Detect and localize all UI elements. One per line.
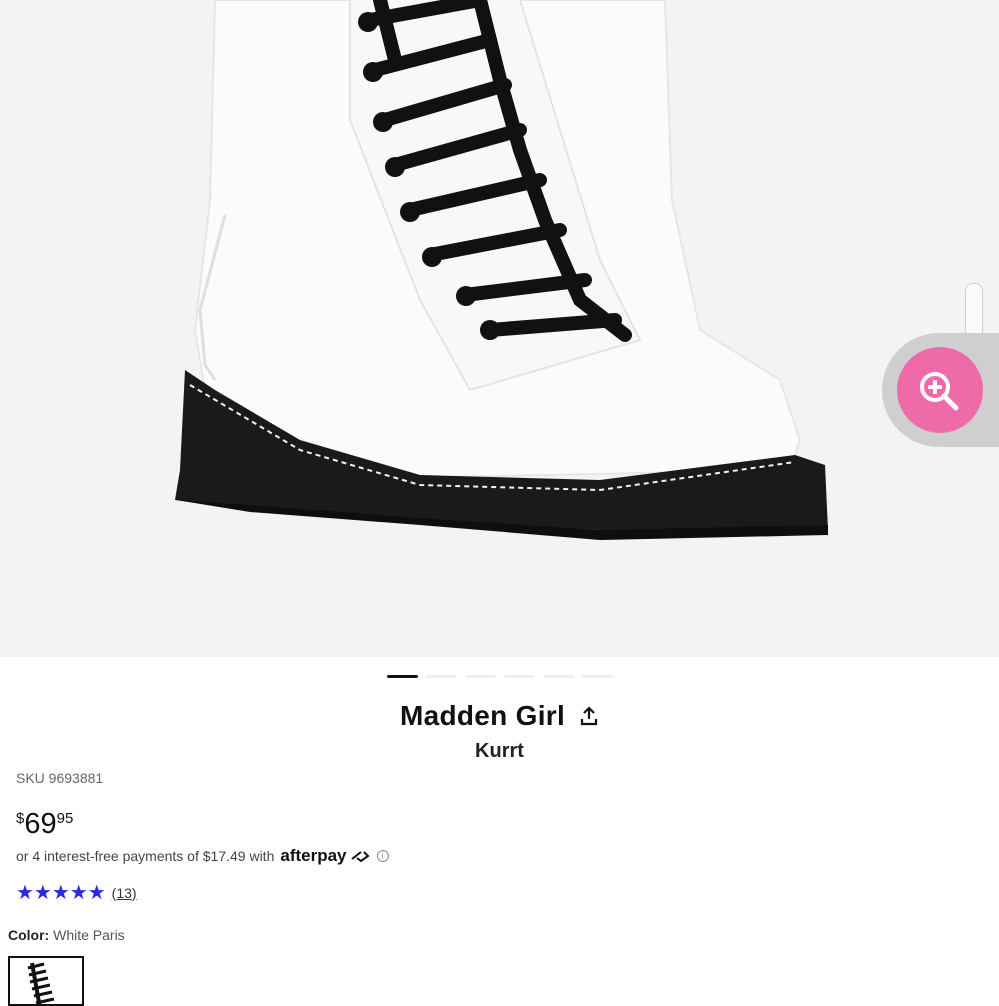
pagination-dot[interactable] [426, 675, 457, 678]
boot-image [175, 0, 828, 540]
info-icon[interactable]: i [376, 850, 389, 862]
swatch-boot-thumbnail [27, 962, 55, 1004]
pagination-dot[interactable] [387, 675, 418, 678]
afterpay-arrows-icon [350, 851, 370, 863]
brand-row: Madden Girl [0, 700, 999, 732]
price-dollars: 69 [24, 808, 57, 840]
share-icon [580, 706, 598, 726]
product-sku: SKU 9693881 [16, 770, 104, 786]
zoom-in-icon [920, 372, 959, 411]
product-brand: Madden Girl [399, 700, 566, 731]
price-currency: $ [16, 810, 25, 827]
product-rating[interactable]: ★★★★★ (13) [16, 880, 137, 905]
rating-stars: ★★★★★ [16, 882, 106, 904]
share-button[interactable] [579, 705, 599, 727]
afterpay-text: or 4 interest-free payments of $17.49 wi… [16, 848, 275, 864]
product-image-hero[interactable] [0, 0, 999, 657]
pagination-dot[interactable] [504, 675, 535, 678]
review-count-link[interactable]: (13) [112, 885, 137, 901]
product-price: $6995 [16, 808, 73, 841]
color-swatch-white-paris[interactable] [8, 956, 84, 1006]
image-pagination [387, 675, 613, 678]
color-value: White Paris [53, 927, 125, 943]
pagination-dot[interactable] [582, 675, 613, 678]
zoom-button[interactable] [897, 347, 983, 433]
price-cents: 95 [56, 810, 74, 827]
pagination-dot[interactable] [465, 675, 496, 678]
afterpay-message: or 4 interest-free payments of $17.49 wi… [16, 846, 389, 866]
color-label: Color: [8, 927, 50, 943]
product-model: Kurrt [475, 740, 524, 762]
afterpay-logo: afterpay [280, 846, 347, 865]
color-selector-label: Color: White Paris [8, 927, 125, 943]
pagination-dot[interactable] [543, 675, 574, 678]
